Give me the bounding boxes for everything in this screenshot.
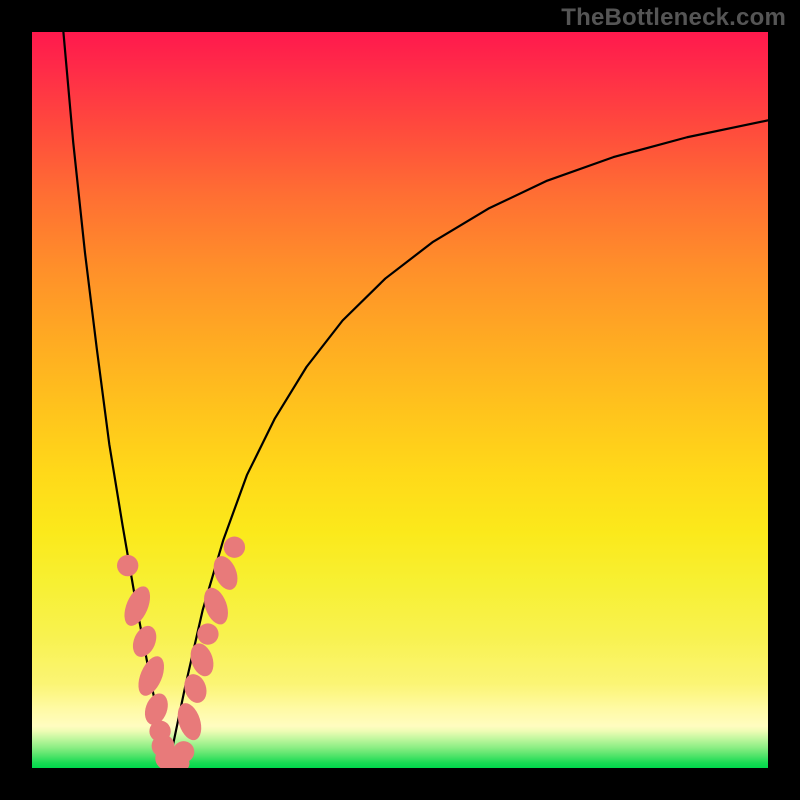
plot-area bbox=[32, 32, 768, 768]
marker-point bbox=[133, 653, 169, 700]
curve-curve-left bbox=[61, 32, 168, 768]
marker-point bbox=[119, 583, 155, 630]
watermark-text: TheBottleneck.com bbox=[561, 4, 786, 32]
marker-point bbox=[173, 741, 194, 762]
curve-group bbox=[61, 32, 768, 768]
marker-point bbox=[117, 555, 138, 576]
marker-point bbox=[181, 671, 210, 706]
marker-point bbox=[224, 537, 245, 558]
marker-point bbox=[128, 622, 160, 660]
chart-svg bbox=[32, 32, 768, 768]
marker-point bbox=[197, 623, 218, 644]
marker-group bbox=[117, 537, 245, 768]
marker-point bbox=[187, 640, 218, 679]
curve-curve-right bbox=[168, 120, 768, 768]
chart-frame: TheBottleneck.com bbox=[0, 0, 800, 800]
